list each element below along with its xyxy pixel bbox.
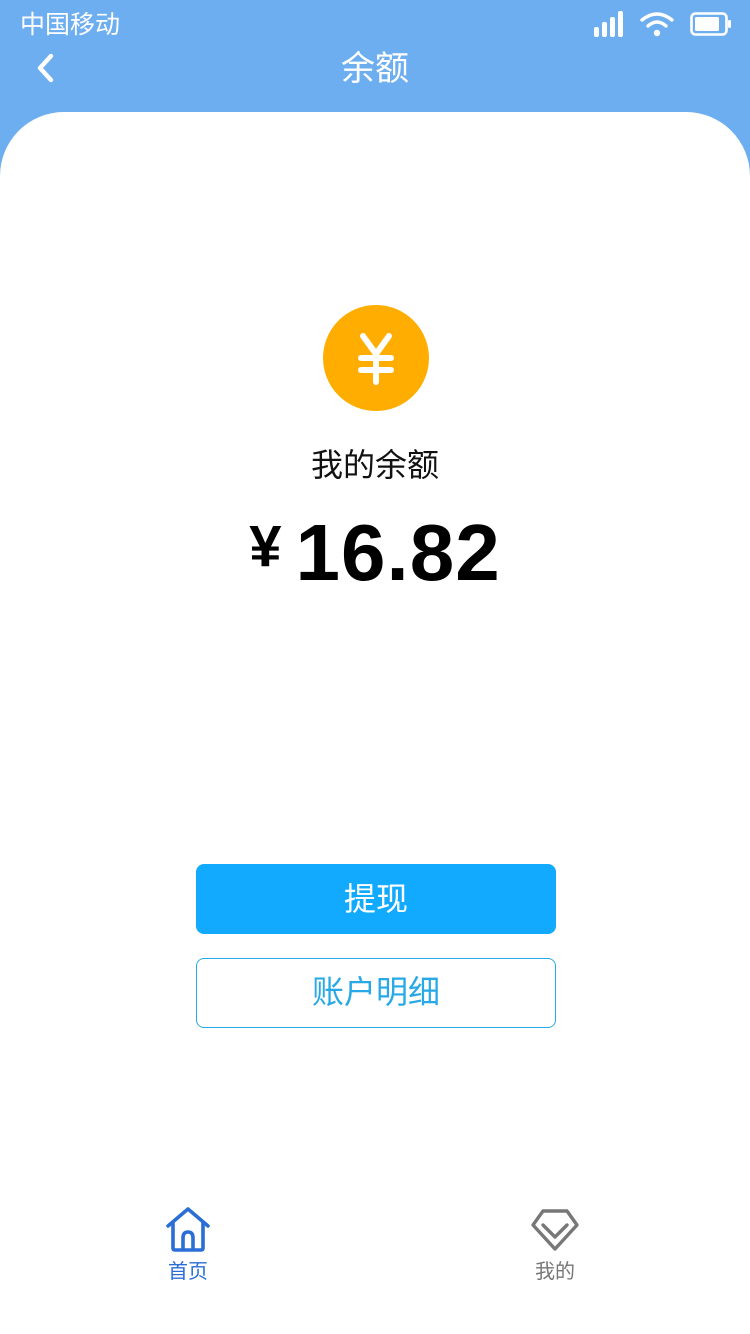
wifi-icon	[640, 11, 674, 41]
currency-symbol: ¥	[249, 514, 282, 579]
diamond-icon	[530, 1204, 580, 1254]
account-details-button[interactable]: 账户明细	[196, 958, 556, 1028]
tab-bar: 首页 我的	[0, 1200, 750, 1334]
battery-icon	[690, 11, 732, 41]
tab-mine[interactable]: 我的	[495, 1200, 615, 1300]
carrier-name: 中国移动	[20, 10, 121, 39]
withdraw-button[interactable]: 提现	[196, 864, 556, 934]
balance-value: 16.82	[295, 508, 501, 597]
nav-bar: 余额	[0, 40, 750, 100]
yuan-coin-icon	[323, 305, 429, 411]
page-title: 余额	[341, 49, 409, 89]
tab-home[interactable]: 首页	[128, 1200, 248, 1300]
signal-icon	[594, 11, 624, 41]
tab-home-label: 首页	[168, 1259, 208, 1283]
home-icon	[163, 1204, 213, 1254]
balance-amount: ¥16.82	[0, 507, 750, 599]
balance-label: 我的余额	[310, 446, 439, 484]
status-icons	[594, 11, 732, 41]
main-content: 我的余额 ¥16.82 提现 账户明细	[0, 112, 750, 1334]
tab-mine-label: 我的	[535, 1259, 575, 1283]
